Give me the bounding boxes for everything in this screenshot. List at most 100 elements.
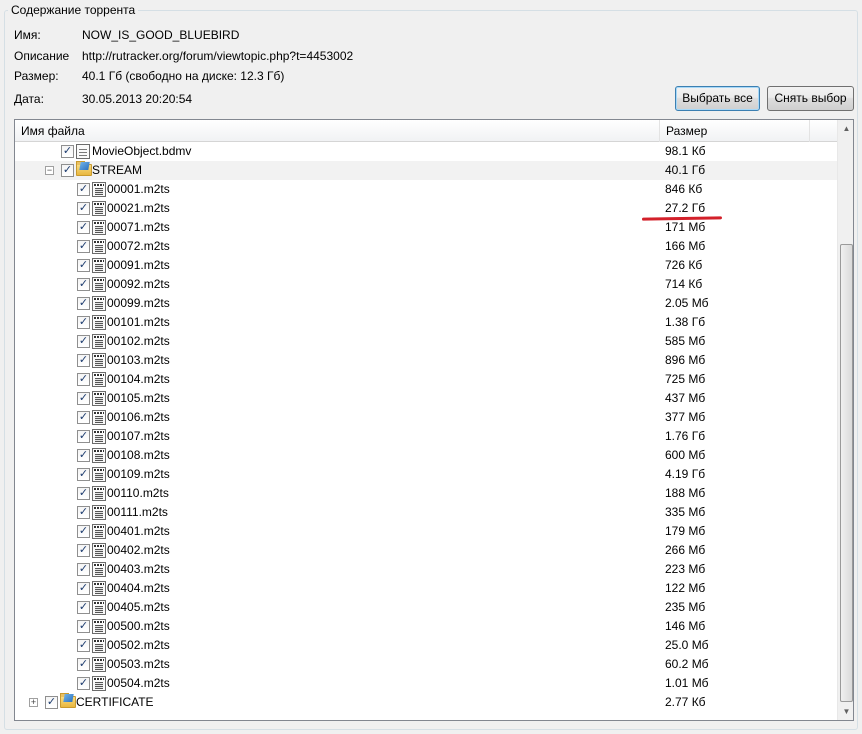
- column-header-filename[interactable]: Имя файла: [15, 120, 660, 142]
- scroll-down-icon[interactable]: ▼: [838, 703, 853, 720]
- checkbox-checked-icon[interactable]: ✓: [77, 544, 90, 557]
- checkbox-checked-icon[interactable]: ✓: [77, 316, 90, 329]
- file-name: 00108.m2ts: [107, 448, 170, 462]
- checkbox-checked-icon[interactable]: ✓: [77, 563, 90, 576]
- checkbox-checked-icon[interactable]: ✓: [77, 297, 90, 310]
- checkbox-checked-icon[interactable]: ✓: [77, 392, 90, 405]
- video-file-icon: [92, 543, 106, 558]
- tree-row[interactable]: ✓ 00099.m2ts 2.05 Мб: [15, 294, 837, 313]
- checkbox-checked-icon[interactable]: ✓: [77, 278, 90, 291]
- checkbox-checked-icon[interactable]: ✓: [77, 658, 90, 671]
- tree-row[interactable]: ✓ 00001.m2ts 846 Кб: [15, 180, 837, 199]
- tree-row[interactable]: ✓ 00107.m2ts 1.76 Гб: [15, 427, 837, 446]
- video-file-icon: [92, 391, 106, 406]
- checkbox-checked-icon[interactable]: ✓: [77, 259, 90, 272]
- tree-row-folder[interactable]: − ✓ STREAM 40.1 Гб: [15, 161, 837, 180]
- file-name: 00111.m2ts: [107, 505, 168, 519]
- scroll-up-icon[interactable]: ▲: [838, 120, 853, 137]
- size-label: Размер:: [14, 69, 59, 83]
- checkbox-checked-icon[interactable]: ✓: [77, 221, 90, 234]
- checkbox-checked-icon[interactable]: ✓: [61, 164, 74, 177]
- checkbox-checked-icon[interactable]: ✓: [77, 240, 90, 253]
- video-file-icon: [92, 524, 106, 539]
- checkbox-checked-icon[interactable]: ✓: [77, 411, 90, 424]
- tree-row[interactable]: ✓ 00021.m2ts 27.2 Гб: [15, 199, 837, 218]
- video-file-icon: [92, 334, 106, 349]
- checkbox-checked-icon[interactable]: ✓: [77, 677, 90, 690]
- column-header-size[interactable]: Размер: [660, 120, 810, 142]
- checkbox-checked-icon[interactable]: ✓: [77, 202, 90, 215]
- checkbox-checked-icon[interactable]: ✓: [77, 183, 90, 196]
- file-size: 2.05 Мб: [665, 296, 709, 310]
- scrollbar-thumb[interactable]: [840, 244, 853, 702]
- tree-row[interactable]: ✓ 00404.m2ts 122 Мб: [15, 579, 837, 598]
- checkbox-checked-icon[interactable]: ✓: [77, 639, 90, 652]
- checkbox-checked-icon[interactable]: ✓: [77, 335, 90, 348]
- checkbox-checked-icon[interactable]: ✓: [77, 582, 90, 595]
- select-all-button[interactable]: Выбрать все: [675, 86, 760, 111]
- tree-row[interactable]: ✓ 00504.m2ts 1.01 Мб: [15, 674, 837, 693]
- video-file-icon: [92, 676, 106, 691]
- checkbox-checked-icon[interactable]: ✓: [77, 620, 90, 633]
- tree-row[interactable]: ✓ 00111.m2ts 335 Мб: [15, 503, 837, 522]
- video-file-icon: [92, 600, 106, 615]
- tree-row[interactable]: ✓ 00503.m2ts 60.2 Мб: [15, 655, 837, 674]
- file-size: 585 Мб: [665, 334, 706, 348]
- checkbox-checked-icon[interactable]: ✓: [77, 430, 90, 443]
- file-name: 00001.m2ts: [107, 182, 170, 196]
- tree-row[interactable]: ✓ 00401.m2ts 179 Мб: [15, 522, 837, 541]
- tree-row[interactable]: ✓ 00403.m2ts 223 Мб: [15, 560, 837, 579]
- tree-row[interactable]: ✓ 00110.m2ts 188 Мб: [15, 484, 837, 503]
- file-size: 60.2 Мб: [665, 657, 709, 671]
- file-size: 377 Мб: [665, 410, 706, 424]
- checkbox-checked-icon[interactable]: ✓: [77, 354, 90, 367]
- file-size: 2.77 Кб: [665, 695, 706, 709]
- tree-row[interactable]: ✓ 00105.m2ts 437 Мб: [15, 389, 837, 408]
- tree-row[interactable]: ✓ 00109.m2ts 4.19 Гб: [15, 465, 837, 484]
- file-name: 00105.m2ts: [107, 391, 170, 405]
- file-name: CERTIFICATE: [76, 695, 154, 709]
- tree-row[interactable]: ✓ 00101.m2ts 1.38 Гб: [15, 313, 837, 332]
- tree-row[interactable]: ✓ 00106.m2ts 377 Мб: [15, 408, 837, 427]
- checkbox-checked-icon[interactable]: ✓: [77, 525, 90, 538]
- checkbox-checked-icon[interactable]: ✓: [45, 696, 58, 709]
- name-value: NOW_IS_GOOD_BLUEBIRD: [82, 28, 240, 42]
- tree-row[interactable]: ✓ 00500.m2ts 146 Мб: [15, 617, 837, 636]
- collapse-icon[interactable]: −: [45, 166, 54, 175]
- file-name: 00101.m2ts: [107, 315, 170, 329]
- tree-row[interactable]: ✓ 00108.m2ts 600 Мб: [15, 446, 837, 465]
- tree-row[interactable]: ✓ 00104.m2ts 725 Мб: [15, 370, 837, 389]
- date-label: Дата:: [14, 92, 44, 106]
- tree-row[interactable]: ✓ 00102.m2ts 585 Мб: [15, 332, 837, 351]
- checkbox-checked-icon[interactable]: ✓: [77, 506, 90, 519]
- file-name: 00401.m2ts: [107, 524, 170, 538]
- checkbox-checked-icon[interactable]: ✓: [77, 449, 90, 462]
- video-file-icon: [92, 296, 106, 311]
- checkbox-checked-icon[interactable]: ✓: [77, 373, 90, 386]
- checkbox-checked-icon[interactable]: ✓: [61, 145, 74, 158]
- checkbox-checked-icon[interactable]: ✓: [77, 601, 90, 614]
- video-file-icon: [92, 581, 106, 596]
- description-value: http://rutracker.org/forum/viewtopic.php…: [82, 49, 354, 63]
- expand-icon[interactable]: +: [29, 698, 38, 707]
- tree-row-folder[interactable]: + ✓ CERTIFICATE 2.77 Кб: [15, 693, 837, 712]
- tree-row[interactable]: ✓ 00502.m2ts 25.0 Мб: [15, 636, 837, 655]
- checkbox-checked-icon[interactable]: ✓: [77, 468, 90, 481]
- file-tree[interactable]: Имя файла Размер ✓ MovieObject.bdmv 98.1 К…: [14, 119, 854, 721]
- file-size: 171 Мб: [665, 220, 706, 234]
- tree-row[interactable]: ✓ 00405.m2ts 235 Мб: [15, 598, 837, 617]
- tree-row[interactable]: ✓ 00072.m2ts 166 Мб: [15, 237, 837, 256]
- file-size: 1.38 Гб: [665, 315, 706, 329]
- tree-row[interactable]: ✓ 00092.m2ts 714 Кб: [15, 275, 837, 294]
- tree-row[interactable]: ✓ MovieObject.bdmv 98.1 Кб: [15, 142, 837, 161]
- checkbox-checked-icon[interactable]: ✓: [77, 487, 90, 500]
- file-name: 00103.m2ts: [107, 353, 170, 367]
- file-size: 266 Мб: [665, 543, 706, 557]
- vertical-scrollbar[interactable]: ▲ ▼: [837, 120, 853, 720]
- tree-row[interactable]: ✓ 00091.m2ts 726 Кб: [15, 256, 837, 275]
- deselect-all-button[interactable]: Снять выбор: [767, 86, 854, 111]
- tree-row[interactable]: ✓ 00103.m2ts 896 Мб: [15, 351, 837, 370]
- tree-row[interactable]: ✓ 00402.m2ts 266 Мб: [15, 541, 837, 560]
- tree-row[interactable]: ✓ 00071.m2ts 171 Мб: [15, 218, 837, 237]
- file-name: 00106.m2ts: [107, 410, 170, 424]
